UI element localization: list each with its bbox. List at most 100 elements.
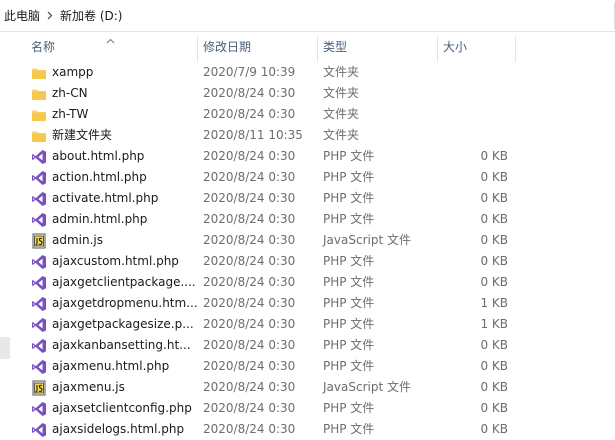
file-modified: 2020/8/24 0:30 xyxy=(203,191,296,205)
visual-studio-icon xyxy=(31,275,47,291)
file-name: about.html.php xyxy=(52,149,145,163)
file-row[interactable]: admin.html.php 2020/8/24 0:30 PHP 文件 0 KB xyxy=(10,209,615,230)
file-modified: 2020/8/24 0:30 xyxy=(203,317,296,331)
chevron-right-icon[interactable] xyxy=(47,11,53,20)
file-type: PHP 文件 xyxy=(323,317,375,331)
address-bar[interactable]: 此电脑 新加卷 (D:) xyxy=(0,0,615,32)
visual-studio-icon xyxy=(31,254,47,270)
file-modified: 2020/8/11 10:35 xyxy=(203,128,303,142)
file-list: xampp 2020/7/9 10:39 文件夹 zh-CN 2020/8/24 0:3… xyxy=(10,62,615,440)
file-row[interactable]: ajaxgetpackagesize.p... 2020/8/24 0:30 PHP… xyxy=(10,314,615,335)
file-name: xampp xyxy=(52,65,94,79)
file-name: zh-CN xyxy=(52,86,88,100)
breadcrumb-drive[interactable]: 新加卷 (D:) xyxy=(60,7,122,24)
file-name: ajaxmenu.html.php xyxy=(52,359,170,373)
file-row[interactable]: ajaxmenu.js 2020/8/24 0:30 JavaScript 文件 0 … xyxy=(10,377,615,398)
file-modified: 2020/8/24 0:30 xyxy=(203,107,296,121)
file-name: ajaxcustom.html.php xyxy=(52,254,179,268)
file-row[interactable]: ajaxkanbansetting.ht... 2020/8/24 0:30 PHP… xyxy=(10,335,615,356)
file-size: 0 KB xyxy=(480,338,508,352)
file-name: admin.html.php xyxy=(52,212,148,226)
javascript-file-icon xyxy=(31,233,47,249)
file-modified: 2020/8/24 0:30 xyxy=(203,422,296,436)
visual-studio-icon xyxy=(31,191,47,207)
file-name: activate.html.php xyxy=(52,191,159,205)
file-row[interactable]: action.html.php 2020/8/24 0:30 PHP 文件 0 KB xyxy=(10,167,615,188)
navigation-pane-edge xyxy=(0,32,10,435)
file-modified: 2020/8/24 0:30 xyxy=(203,233,296,247)
column-type[interactable]: 类型 xyxy=(317,32,437,62)
visual-studio-icon xyxy=(31,422,47,438)
column-modified[interactable]: 修改日期 xyxy=(197,32,317,62)
file-name: ajaxgetclientpackage.... xyxy=(52,275,196,289)
visual-studio-icon xyxy=(31,317,47,333)
nav-scroll-thumb[interactable] xyxy=(0,337,10,359)
javascript-file-icon xyxy=(31,380,47,396)
file-row[interactable]: activate.html.php 2020/8/24 0:30 PHP 文件 0 K… xyxy=(10,188,615,209)
file-row[interactable]: ajaxmenu.html.php 2020/8/24 0:30 PHP 文件 0 K… xyxy=(10,356,615,377)
file-row[interactable]: zh-TW 2020/8/24 0:30 文件夹 xyxy=(10,104,615,125)
file-size: 0 KB xyxy=(480,233,508,247)
file-modified: 2020/7/9 10:39 xyxy=(203,65,296,79)
file-modified: 2020/8/24 0:30 xyxy=(203,170,296,184)
file-type: PHP 文件 xyxy=(323,338,375,352)
file-size: 0 KB xyxy=(480,359,508,373)
file-modified: 2020/8/24 0:30 xyxy=(203,401,296,415)
file-row[interactable]: ajaxcustom.html.php 2020/8/24 0:30 PHP 文件 0… xyxy=(10,251,615,272)
file-type: PHP 文件 xyxy=(323,296,375,310)
file-size: 0 KB xyxy=(480,254,508,268)
file-row[interactable]: ajaxsetclientconfig.php 2020/8/24 0:30 PHP… xyxy=(10,398,615,419)
file-name: ajaxmenu.js xyxy=(52,380,125,394)
file-row[interactable]: zh-CN 2020/8/24 0:30 文件夹 xyxy=(10,83,615,104)
file-modified: 2020/8/24 0:30 xyxy=(203,254,296,268)
file-row[interactable]: ajaxsidelogs.html.php 2020/8/24 0:30 PHP 文… xyxy=(10,419,615,440)
file-row[interactable]: admin.js 2020/8/24 0:30 JavaScript 文件 0 KB xyxy=(10,230,615,251)
file-row[interactable]: ajaxgetclientpackage.... 2020/8/24 0:30 PH… xyxy=(10,272,615,293)
column-divider[interactable] xyxy=(515,36,516,62)
folder-icon xyxy=(31,107,47,123)
file-type: PHP 文件 xyxy=(323,254,375,268)
file-type: PHP 文件 xyxy=(323,212,375,226)
folder-icon xyxy=(31,86,47,102)
visual-studio-icon xyxy=(31,170,47,186)
file-row[interactable]: 新建文件夹 2020/8/11 10:35 文件夹 xyxy=(10,125,615,146)
breadcrumb-this-pc[interactable]: 此电脑 xyxy=(4,7,40,24)
file-name: admin.js xyxy=(52,233,103,247)
file-size: 1 KB xyxy=(480,296,508,310)
visual-studio-icon xyxy=(31,401,47,417)
file-size: 0 KB xyxy=(480,422,508,436)
file-modified: 2020/8/24 0:30 xyxy=(203,338,296,352)
file-type: 文件夹 xyxy=(323,86,360,100)
file-size: 0 KB xyxy=(480,380,508,394)
column-size[interactable]: 大小 xyxy=(437,32,515,62)
visual-studio-icon xyxy=(31,149,47,165)
file-size: 0 KB xyxy=(480,401,508,415)
visual-studio-icon xyxy=(31,359,47,375)
file-name: ajaxgetdropmenu.htm... xyxy=(52,296,198,310)
column-name[interactable]: 名称 xyxy=(25,32,197,62)
file-type: JavaScript 文件 xyxy=(323,380,411,394)
file-modified: 2020/8/24 0:30 xyxy=(203,149,296,163)
file-name: ajaxgetpackagesize.p... xyxy=(52,317,194,331)
file-name: ajaxsetclientconfig.php xyxy=(52,401,192,415)
file-row[interactable]: about.html.php 2020/8/24 0:30 PHP 文件 0 KB xyxy=(10,146,615,167)
file-modified: 2020/8/24 0:30 xyxy=(203,275,296,289)
visual-studio-icon xyxy=(31,296,47,312)
file-type: PHP 文件 xyxy=(323,275,375,289)
file-type: PHP 文件 xyxy=(323,191,375,205)
file-row[interactable]: ajaxgetdropmenu.htm... 2020/8/24 0:30 PHP … xyxy=(10,293,615,314)
file-name: ajaxsidelogs.html.php xyxy=(52,422,185,436)
folder-icon xyxy=(31,65,47,81)
file-type: PHP 文件 xyxy=(323,170,375,184)
file-name: zh-TW xyxy=(52,107,89,121)
file-type: 文件夹 xyxy=(323,128,360,142)
file-row[interactable]: xampp 2020/7/9 10:39 文件夹 xyxy=(10,62,615,83)
file-size: 0 KB xyxy=(480,149,508,163)
file-type: PHP 文件 xyxy=(323,422,375,436)
file-size: 0 KB xyxy=(480,212,508,226)
file-name: action.html.php xyxy=(52,170,147,184)
file-size: 0 KB xyxy=(480,191,508,205)
visual-studio-icon xyxy=(31,212,47,228)
file-size: 0 KB xyxy=(480,170,508,184)
file-type: PHP 文件 xyxy=(323,149,375,163)
